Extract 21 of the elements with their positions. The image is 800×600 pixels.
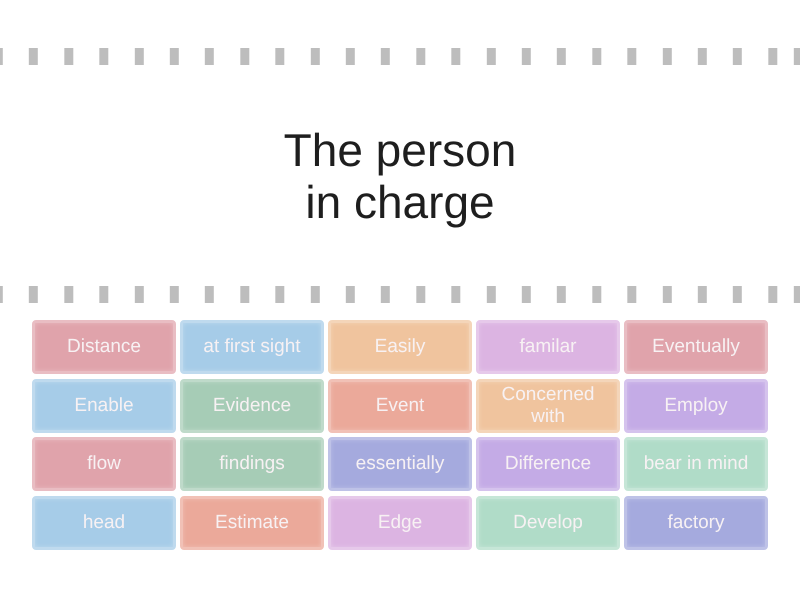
word-tile[interactable]: Develop [476,496,620,550]
word-tile[interactable]: Difference [476,437,620,492]
word-tile[interactable]: head [32,496,176,550]
word-tile[interactable]: Enable [32,378,176,433]
word-tile[interactable]: at first sight [180,320,324,374]
word-tile[interactable]: bear in mind [624,437,768,492]
word-tile[interactable]: Estimate [180,496,324,550]
word-tile[interactable]: Event [328,378,472,433]
word-tile[interactable]: Eventually [624,320,768,374]
word-tile[interactable]: factory [624,496,768,550]
prompt-title: The person in charge [282,124,518,228]
word-tile[interactable]: Distance [32,320,176,374]
word-tile[interactable]: familar [476,320,620,374]
word-tile[interactable]: Employ [624,378,768,433]
word-tile[interactable]: Concerned with [476,378,620,433]
word-tile[interactable]: flow [32,437,176,492]
word-tile[interactable]: essentially [328,437,472,492]
word-tile[interactable]: findings [180,437,324,492]
word-tile[interactable]: Evidence [180,378,324,433]
word-tile[interactable]: Edge [328,496,472,550]
word-tile[interactable]: Easily [328,320,472,374]
